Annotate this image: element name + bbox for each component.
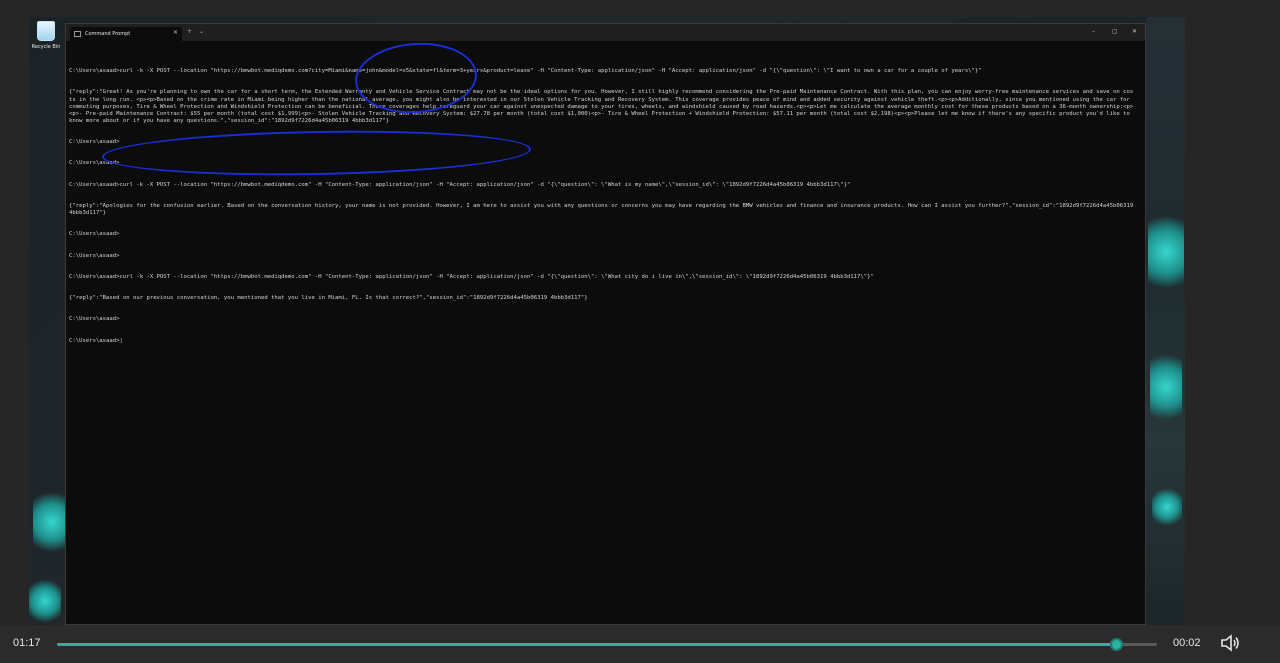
console-line: C:\Users\asaad>curl -k -X POST --locatio…	[69, 273, 874, 280]
tab-title: Command Prompt	[85, 31, 131, 37]
window-titlebar[interactable]: Command Prompt ✕ + ⌄ – ▢ ✕	[66, 24, 1145, 41]
console-line: C:\Users\asaad>	[69, 252, 120, 259]
tab-close-button[interactable]: ✕	[173, 29, 178, 36]
seek-bar-thumb[interactable]	[1110, 638, 1124, 651]
seek-bar[interactable]	[57, 638, 1157, 651]
recycle-bin[interactable]: Recycle Bin	[31, 21, 61, 50]
console-prompt[interactable]: C:\Users\asaad>|	[69, 338, 1135, 345]
console-line: {"reply":"Apologies for the confusion ea…	[69, 202, 1137, 217]
remaining-time: 00:02	[1173, 637, 1201, 649]
console-line: C:\Users\asaad>	[69, 231, 120, 238]
elapsed-time: 01:17	[13, 637, 41, 649]
new-tab-button[interactable]: +	[187, 28, 192, 35]
seek-bar-fill	[57, 643, 1117, 646]
minimize-button[interactable]: –	[1092, 28, 1095, 35]
terminal-icon	[74, 31, 81, 37]
window-close-button[interactable]: ✕	[1132, 28, 1137, 35]
console-line: {"reply":"Great! As you're planning to o…	[69, 89, 1134, 124]
volume-icon[interactable]	[1220, 634, 1240, 652]
recycle-bin-icon	[37, 21, 55, 41]
command-prompt-window[interactable]: Command Prompt ✕ + ⌄ – ▢ ✕ C:\Users\asaa…	[65, 23, 1146, 625]
maximize-button[interactable]: ▢	[1112, 28, 1118, 35]
tab-dropdown-button[interactable]: ⌄	[199, 28, 204, 35]
video-frame: Recycle Bin Command Prompt ✕ + ⌄ – ▢ ✕ C…	[0, 0, 1280, 625]
console-line: C:\Users\asaad>curl -k -X POST --locatio…	[69, 68, 982, 75]
recycle-bin-label: Recycle Bin	[31, 44, 61, 50]
tab-command-prompt[interactable]: Command Prompt ✕	[70, 27, 182, 41]
console-line: C:\Users\asaad>curl -k -X POST --locatio…	[69, 181, 851, 188]
desktop-right-edge	[1146, 17, 1185, 625]
console-line: {"reply":"Based on our previous conversa…	[69, 295, 588, 302]
video-controls: 01:17 00:02	[0, 625, 1280, 663]
console-line: C:\Users\asaad>	[69, 316, 120, 323]
